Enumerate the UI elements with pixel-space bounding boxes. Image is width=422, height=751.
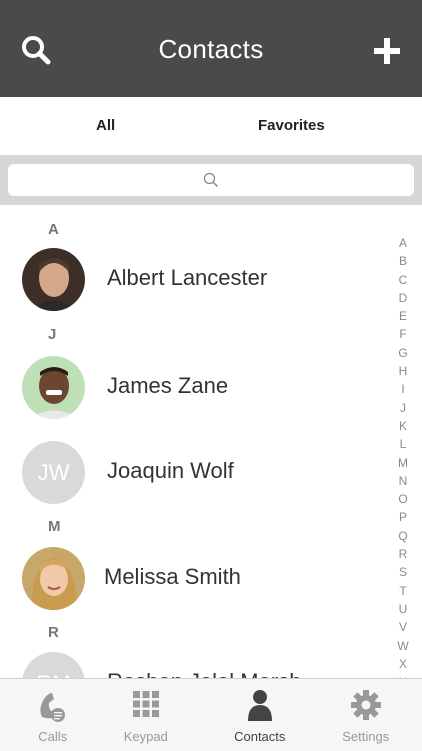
- contact-row[interactable]: James Zane: [0, 356, 380, 432]
- contact-name: James Zane: [107, 373, 229, 398]
- tabbar-contacts[interactable]: Contacts: [207, 679, 313, 751]
- section-header-a: A: [48, 221, 59, 238]
- index-letter[interactable]: O: [398, 490, 407, 508]
- page-title: Contacts: [158, 34, 264, 64]
- section-header-m: M: [48, 518, 61, 535]
- avatar: JW: [22, 441, 85, 504]
- index-letter[interactable]: N: [399, 472, 408, 490]
- segment-tabs: All Favorites: [0, 97, 422, 156]
- avatar: [22, 356, 85, 419]
- gear-icon: [350, 690, 381, 720]
- index-letter[interactable]: L: [400, 435, 407, 453]
- index-letter[interactable]: M: [398, 454, 408, 472]
- phone-icon: [40, 693, 65, 722]
- index-letter[interactable]: U: [399, 600, 408, 618]
- tabbar-label: Keypad: [123, 729, 168, 744]
- tabbar-settings[interactable]: Settings: [313, 679, 419, 751]
- index-letter[interactable]: H: [399, 362, 408, 380]
- keypad-icon: [132, 691, 159, 717]
- contact-row[interactable]: JW Joaquin Wolf: [0, 441, 380, 517]
- index-letter[interactable]: T: [399, 582, 406, 600]
- index-letter[interactable]: J: [400, 399, 406, 417]
- bottom-tab-bar: Calls Keypad Contacts Settings: [0, 678, 422, 751]
- tabbar-label: Contacts: [234, 729, 286, 744]
- header-bar: Contacts: [0, 0, 422, 97]
- index-letter[interactable]: F: [399, 325, 406, 343]
- index-letter[interactable]: P: [399, 508, 407, 526]
- avatar: [22, 248, 85, 311]
- tabbar-calls[interactable]: Calls: [0, 679, 106, 751]
- index-letter[interactable]: I: [401, 380, 404, 398]
- section-header-r: R: [48, 624, 59, 641]
- index-letter[interactable]: C: [399, 271, 408, 289]
- index-letter[interactable]: X: [399, 655, 407, 673]
- search-icon: [203, 172, 219, 188]
- avatar: [22, 547, 85, 610]
- index-letter[interactable]: W: [397, 637, 408, 655]
- tabbar-keypad[interactable]: Keypad: [93, 679, 199, 751]
- index-letter[interactable]: E: [399, 307, 407, 325]
- index-letter[interactable]: V: [399, 618, 407, 636]
- contact-name: Joaquin Wolf: [107, 458, 234, 483]
- search-input[interactable]: [8, 164, 414, 196]
- tab-all[interactable]: All: [96, 117, 115, 134]
- index-letter[interactable]: A: [399, 234, 407, 252]
- contact-row[interactable]: Albert Lancester: [0, 248, 380, 324]
- index-letter[interactable]: B: [399, 252, 407, 270]
- contact-row[interactable]: Melissa Smith: [0, 547, 380, 623]
- tab-favorites[interactable]: Favorites: [258, 117, 325, 134]
- contact-name: Melissa Smith: [104, 564, 241, 589]
- tabbar-label: Calls: [38, 729, 68, 744]
- alphabet-index[interactable]: ABCDEFGHIJKLMNOPQRSTUVWXY: [396, 234, 410, 691]
- tabbar-label: Settings: [342, 729, 390, 744]
- add-contact-button[interactable]: [370, 34, 404, 68]
- index-letter[interactable]: S: [399, 563, 407, 581]
- contact-name: Albert Lancester: [107, 265, 268, 290]
- index-letter[interactable]: Q: [398, 527, 407, 545]
- person-icon: [247, 690, 272, 721]
- index-letter[interactable]: G: [398, 344, 407, 362]
- section-header-j: J: [48, 326, 57, 343]
- index-letter[interactable]: D: [399, 289, 408, 307]
- plus-icon: [374, 38, 400, 64]
- index-letter[interactable]: K: [399, 417, 407, 435]
- index-letter[interactable]: R: [399, 545, 408, 563]
- search-bar-container: [0, 155, 422, 205]
